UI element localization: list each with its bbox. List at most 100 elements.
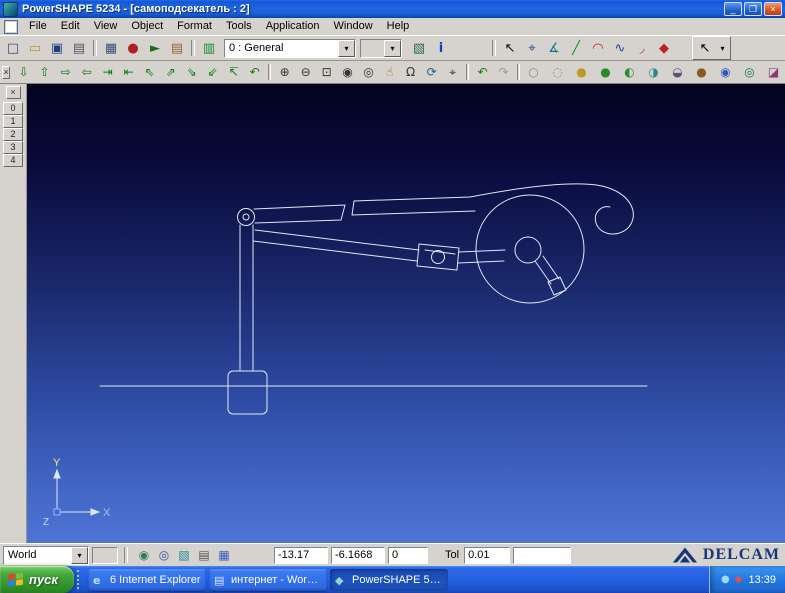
view-left-icon[interactable]: ⇥ <box>97 63 118 81</box>
rail-number-button[interactable]: 3 <box>3 141 23 154</box>
rail-number-button[interactable]: 4 <box>3 154 23 167</box>
view-back-icon[interactable]: ⇦ <box>76 63 97 81</box>
cad-viewport[interactable]: Y X Z <box>27 84 785 543</box>
view-iso1-icon[interactable]: ⇖ <box>139 63 160 81</box>
hidden-wire-icon[interactable]: ◌ <box>547 63 568 81</box>
menu-item[interactable]: Help <box>380 18 417 35</box>
intelligent-cursor-icon[interactable]: ⌖ <box>521 38 543 58</box>
select-tool-dropdown[interactable]: ▾ <box>716 38 729 58</box>
workplane-combobox[interactable]: World ▾ <box>3 546 89 565</box>
wireframe-view-icon[interactable]: ○ <box>523 63 544 81</box>
material-ball-icon[interactable]: ● <box>691 63 712 81</box>
zoom-box-icon[interactable]: ⊡ <box>316 63 337 81</box>
print-icon[interactable]: ▤ <box>68 38 90 58</box>
menu-item[interactable]: Object <box>124 18 170 35</box>
macro-run-icon[interactable]: ► <box>144 38 166 58</box>
powershape-app-icon[interactable] <box>3 2 18 17</box>
levels-balls-icon[interactable]: ◉ <box>134 546 154 564</box>
rail-number-button[interactable]: 1 <box>3 115 23 128</box>
command-field[interactable] <box>513 547 571 564</box>
globe-icon[interactable]: ◉ <box>715 63 736 81</box>
zoom-out-icon[interactable]: ⊖ <box>295 63 316 81</box>
frame-view-icon[interactable]: ⌖ <box>442 63 463 81</box>
view-bottom-icon[interactable]: ⇧ <box>34 63 55 81</box>
redo-icon[interactable]: ↷ <box>493 63 514 81</box>
taskbar-grip[interactable] <box>77 570 83 589</box>
spin-view-icon[interactable]: Ω <box>400 63 421 81</box>
view-previous-icon[interactable]: ↶ <box>244 63 265 81</box>
minimize-button[interactable]: _ <box>724 2 742 16</box>
coordinate-z-field[interactable]: 0 <box>388 547 428 564</box>
workplane-balls-icon[interactable]: ◎ <box>154 546 174 564</box>
shaded-view-icon[interactable]: ● <box>571 63 592 81</box>
menu-item[interactable]: View <box>87 18 125 35</box>
refresh-view-icon[interactable]: ⟳ <box>421 63 442 81</box>
page-icon[interactable]: ▤ <box>194 546 214 564</box>
zoom-in-icon[interactable]: ⊕ <box>274 63 295 81</box>
tray-antivirus-icon[interactable]: ◆ <box>735 574 743 585</box>
coordinate-x-field[interactable]: -13.17 <box>274 547 328 564</box>
zoom-previous-icon[interactable]: ◎ <box>358 63 379 81</box>
task-button[interactable]: ◆ PowerSHAPE 5234 - [... <box>330 569 448 591</box>
task-button[interactable]: ▤ интернет - WordPad <box>209 569 327 591</box>
coordinate-y-field[interactable]: -6.1668 <box>331 547 385 564</box>
cube-icon[interactable]: ▧ <box>174 546 194 564</box>
pan-icon[interactable]: ☝ <box>379 63 400 81</box>
globe-grid-icon[interactable]: ◎ <box>739 63 760 81</box>
view-ortho-icon[interactable]: ↸ <box>223 63 244 81</box>
transparent-view-icon[interactable]: ◑ <box>643 63 664 81</box>
open-folder-icon[interactable]: ▭ <box>24 38 46 58</box>
close-button[interactable]: × <box>764 2 782 16</box>
edit-colors-icon[interactable]: ◪ <box>763 63 784 81</box>
view-iso4-icon[interactable]: ⇙ <box>202 63 223 81</box>
macro-record-icon[interactable]: ● <box>122 38 144 58</box>
fillet-icon[interactable]: ◞ <box>631 38 653 58</box>
zoom-full-icon[interactable]: ◉ <box>337 63 358 81</box>
level-combobox[interactable]: 0 : General ▾ <box>224 39 356 58</box>
grid-icon[interactable]: ▦ <box>214 546 234 564</box>
rail-number-button[interactable]: 2 <box>3 128 23 141</box>
workplane-icon[interactable]: ∡ <box>543 38 565 58</box>
clipboard-icon[interactable]: ▤ <box>166 38 188 58</box>
style-combobox[interactable]: ▾ <box>360 39 402 58</box>
task-button[interactable]: e 6 Internet Explorer <box>88 569 206 591</box>
chevron-down-icon[interactable]: ▾ <box>338 40 355 57</box>
menu-item[interactable]: Application <box>259 18 327 35</box>
point-icon[interactable]: ◆ <box>653 38 675 58</box>
menu-item[interactable]: Edit <box>54 18 87 35</box>
menu-item[interactable]: Window <box>327 18 380 35</box>
close-toolbar-button[interactable]: × <box>2 66 10 79</box>
info-icon[interactable]: i <box>430 38 452 58</box>
view-iso3-icon[interactable]: ⇘ <box>181 63 202 81</box>
restore-button[interactable]: ❐ <box>744 2 762 16</box>
half-shaded-icon[interactable]: ◐ <box>619 63 640 81</box>
save-icon[interactable]: ▣ <box>46 38 68 58</box>
line-icon[interactable]: ╱ <box>565 38 587 58</box>
new-document-icon[interactable]: □ <box>2 38 24 58</box>
dynamic-section-icon[interactable]: ◒ <box>667 63 688 81</box>
levels-icon[interactable]: ▥ <box>198 38 220 58</box>
smooth-shaded-icon[interactable]: ● <box>595 63 616 81</box>
tolerance-field[interactable]: 0.01 <box>464 547 510 564</box>
view-front-icon[interactable]: ⇨ <box>55 63 76 81</box>
rail-number-button[interactable]: 0 <box>3 102 23 115</box>
view-iso2-icon[interactable]: ⇗ <box>160 63 181 81</box>
chevron-down-icon[interactable]: ▾ <box>71 547 88 564</box>
select-tool-icon[interactable]: ↖ <box>694 38 716 58</box>
curve-icon[interactable]: ∿ <box>609 38 631 58</box>
menu-item[interactable]: Tools <box>219 18 259 35</box>
tray-network-icon[interactable]: ● <box>721 574 730 585</box>
document-icon[interactable] <box>4 20 18 34</box>
chevron-down-icon[interactable]: ▾ <box>384 40 401 57</box>
view-top-icon[interactable]: ⇩ <box>13 63 34 81</box>
calculator-icon[interactable]: ▦ <box>100 38 122 58</box>
view-orientation-group: ⇩⇧⇨⇦⇥⇤⇖⇗⇘⇙↸↶ <box>13 63 265 81</box>
menu-item[interactable]: Format <box>170 18 219 35</box>
select-cursor-icon[interactable]: ↖ <box>499 38 521 58</box>
undo-icon[interactable]: ↶ <box>472 63 493 81</box>
view-right-icon[interactable]: ⇤ <box>118 63 139 81</box>
arc-icon[interactable]: ◠ <box>587 38 609 58</box>
selection-info-icon[interactable]: ▧ <box>408 38 430 58</box>
menu-item[interactable]: File <box>22 18 54 35</box>
close-rail-button[interactable]: × <box>6 86 21 99</box>
